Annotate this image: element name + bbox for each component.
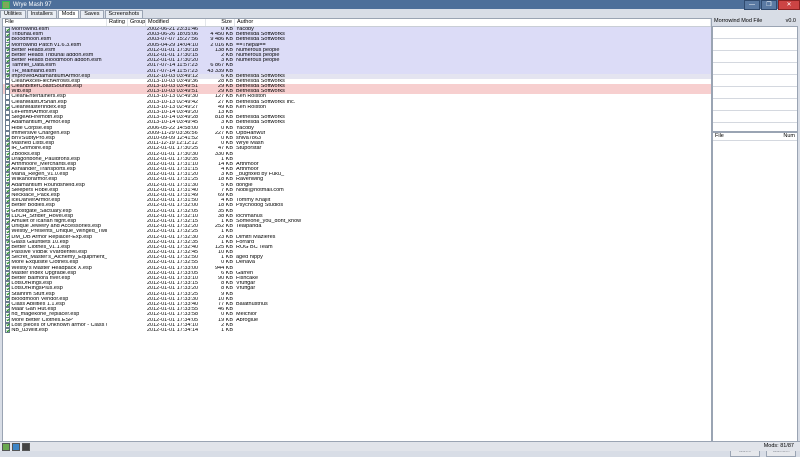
title-bar: Wrye Mash 97 — ❐ ✕ [0, 0, 800, 10]
column-group[interactable]: Group [128, 19, 146, 26]
column-modified[interactable]: Modified [146, 19, 206, 26]
mod-filename: NB_u3Wilt.esp [11, 327, 48, 333]
mods-list[interactable]: File Rating Group Modified Size Author M… [2, 18, 712, 442]
tab-installers[interactable]: Installers [26, 10, 57, 18]
minimize-button[interactable]: — [744, 0, 760, 10]
cell-rating [107, 328, 128, 333]
masters-label: Morrowind Mod File [714, 18, 763, 24]
cell-file: NB_u3Wilt.esp [3, 327, 107, 334]
details-panel: Morrowind Mod File v0.0 File Num Save Ca… [712, 18, 798, 457]
mod-checkbox[interactable] [5, 327, 11, 334]
column-file[interactable]: File [3, 19, 107, 26]
tab-screenshots[interactable]: Screenshots [104, 10, 144, 18]
masters-box[interactable] [712, 26, 798, 132]
mod-count: Mods: 81/87 [763, 443, 794, 449]
column-master-file[interactable]: File [715, 133, 724, 140]
cell-size: 1 KB [221, 327, 233, 333]
tab-bar: Utilities Installers Mods Saves Screenshots [0, 10, 144, 19]
table-row[interactable]: NB_u3Wilt.esp 2012-01-01 17:34:14 1 KB [3, 327, 711, 334]
masters-list[interactable]: File Num [712, 132, 798, 444]
app-icon [2, 0, 10, 9]
cell-modified: 2012-01-01 17:34:14 [147, 327, 199, 333]
cell-group [128, 328, 146, 333]
column-master-num[interactable]: Num [783, 133, 795, 140]
mods-list-body: Morrowind.esm 2002-06-21 23:31:46 0 KB Yaco… [3, 27, 711, 334]
cell-author [235, 328, 711, 333]
column-size[interactable]: Size [206, 19, 235, 26]
version-label: v0.0 [785, 18, 796, 24]
tab-saves[interactable]: Saves [80, 10, 104, 18]
column-author[interactable]: Author [235, 19, 711, 26]
close-button[interactable]: ✕ [778, 0, 800, 10]
column-rating[interactable]: Rating [107, 19, 128, 26]
window-title: Wrye Mash 97 [13, 1, 52, 8]
maximize-button[interactable]: ❐ [761, 0, 777, 10]
mods-list-header: File Rating Group Modified Size Author [3, 19, 711, 27]
tab-utilities[interactable]: Utilities [0, 10, 26, 18]
